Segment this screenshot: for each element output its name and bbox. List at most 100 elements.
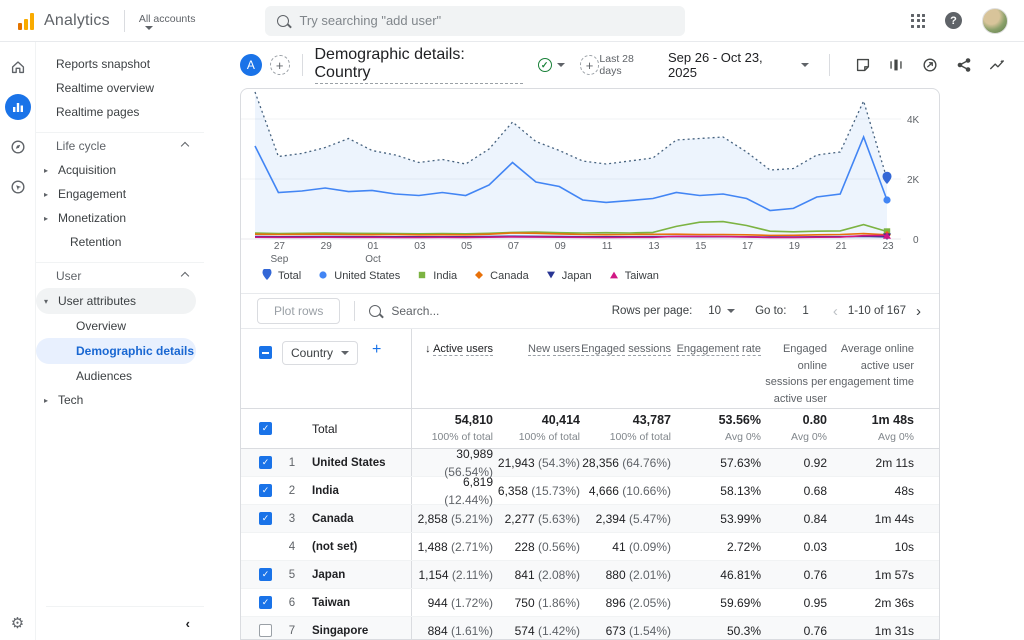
- metric-cell: 6,358 (15.73%): [493, 482, 580, 500]
- sidebar-item-acquisition[interactable]: ▸Acquisition: [36, 158, 204, 182]
- row-checkbox[interactable]: ✓: [259, 568, 272, 581]
- chevron-down-icon[interactable]: [727, 309, 735, 313]
- column-header-engaged-online-sessions-per-active-user[interactable]: Engaged online sessions per active user: [761, 329, 827, 408]
- metric-cell: 1m 57s: [827, 566, 914, 584]
- diamond-icon: [473, 269, 485, 282]
- sidebar-item-overview[interactable]: Overview: [36, 314, 204, 338]
- settings-gear-icon[interactable]: ⚙: [11, 614, 24, 632]
- metric-cell: 0.76: [761, 622, 827, 640]
- metric-cell: 59.69%: [671, 594, 761, 612]
- plot-rows-button[interactable]: Plot rows: [257, 298, 340, 324]
- table-row-india: ✓2India6,819 (12.44%)6,358 (15.73%)4,666…: [241, 477, 939, 505]
- legend-item-india[interactable]: India: [416, 269, 457, 282]
- share-icon[interactable]: [951, 52, 977, 78]
- country-name: Singapore: [312, 625, 368, 637]
- metric-cell: 4,666 (10.66%): [580, 482, 671, 500]
- metric-cell: 1m 44s: [827, 510, 914, 528]
- chevron-up-icon: [181, 271, 189, 279]
- advertising-icon[interactable]: [5, 174, 31, 200]
- select-all-checkbox[interactable]: [259, 346, 272, 359]
- legend-item-taiwan[interactable]: Taiwan: [608, 269, 659, 282]
- sidebar-item-engagement[interactable]: ▸Engagement: [36, 182, 204, 206]
- metric-cell: 21,943 (54.3%): [493, 454, 580, 472]
- chevron-up-icon: [181, 141, 189, 149]
- sidebar-item-audiences[interactable]: Audiences: [36, 364, 204, 388]
- row-rank: 2: [282, 485, 302, 497]
- metric-cell: 6,819 (12.44%): [412, 473, 493, 509]
- reports-icon[interactable]: [5, 94, 31, 120]
- table-row--not-set-: 4(not set)1,488 (2.71%)228 (0.56%)41 (0.…: [241, 533, 939, 561]
- next-page-icon[interactable]: ›: [912, 303, 925, 320]
- column-header-average-online-active-user-engagement-time[interactable]: Average online active user engagement ti…: [827, 329, 914, 408]
- rows-per-page-select[interactable]: 10: [708, 305, 721, 317]
- collapse-sidebar-icon[interactable]: ‹: [186, 616, 190, 631]
- collapse-arrow-icon[interactable]: ▾: [44, 297, 58, 306]
- sidebar-item-realtime-pages[interactable]: Realtime pages: [36, 100, 204, 124]
- row-checkbox[interactable]: ✓: [259, 596, 272, 609]
- add-dimension-icon[interactable]: +: [372, 341, 381, 359]
- row-checkbox[interactable]: [259, 624, 272, 637]
- metric-cell: 57.63%: [671, 454, 761, 472]
- page-title[interactable]: Demographic details: Country: [315, 46, 523, 84]
- sidebar-item-demographic-details[interactable]: Demographic details: [36, 338, 196, 364]
- country-name: Japan: [312, 569, 345, 581]
- legend-item-japan[interactable]: Japan: [545, 269, 592, 282]
- report-avatar[interactable]: A: [240, 54, 262, 76]
- expand-arrow-icon[interactable]: ▸: [44, 190, 58, 199]
- explore-icon[interactable]: [5, 134, 31, 160]
- add-comparison-icon[interactable]: +: [270, 55, 290, 75]
- row-checkbox[interactable]: ✓: [259, 512, 272, 525]
- explore-report-icon[interactable]: [917, 52, 943, 78]
- dimension-select[interactable]: Country: [282, 341, 358, 365]
- insights-icon[interactable]: [984, 52, 1010, 78]
- legend-item-united-states[interactable]: United States: [317, 269, 400, 282]
- metric-cell: 1m 31s: [827, 622, 914, 640]
- account-switcher[interactable]: All accounts: [139, 11, 196, 31]
- metric-cell: 2.72%: [671, 538, 761, 556]
- metric-cell: 0.84: [761, 510, 827, 528]
- search-placeholder: Try searching "add user": [299, 13, 441, 28]
- sidebar-item-realtime-overview[interactable]: Realtime overview: [36, 76, 204, 100]
- column-header-engagement-rate[interactable]: Engagement rate: [671, 329, 761, 408]
- goto-page-input[interactable]: 1: [802, 305, 808, 317]
- date-range-value[interactable]: Sep 26 - Oct 23, 2025: [668, 50, 793, 80]
- sidebar-item-tech[interactable]: ▸Tech: [36, 388, 204, 412]
- expand-arrow-icon[interactable]: ▸: [44, 214, 58, 223]
- sidebar-item-retention[interactable]: Retention: [36, 230, 204, 254]
- metric-cell: 228 (0.56%): [493, 538, 580, 556]
- sidebar-item-user-attributes[interactable]: ▾User attributes: [36, 288, 196, 314]
- column-header-engaged-sessions[interactable]: Engaged sessions: [580, 329, 671, 408]
- divider: [302, 54, 303, 76]
- table-search-input[interactable]: Search...: [369, 304, 439, 318]
- note-icon[interactable]: [850, 52, 876, 78]
- active-users-line-chart[interactable]: [241, 89, 939, 245]
- sidebar-item-monetization[interactable]: ▸Monetization: [36, 206, 204, 230]
- section-user[interactable]: User: [36, 262, 204, 288]
- total-checkbox[interactable]: ✓: [259, 422, 272, 435]
- country-name: Canada: [312, 513, 354, 525]
- row-rank: 6: [282, 597, 302, 609]
- expand-arrow-icon[interactable]: ▸: [44, 396, 58, 405]
- total-cell: 53.56%Avg 0%: [671, 412, 761, 444]
- help-icon[interactable]: ?: [945, 12, 962, 29]
- column-header-active-users[interactable]: ↓ Active users: [412, 329, 493, 408]
- compare-icon[interactable]: [884, 52, 910, 78]
- y-axis-tick: 2K: [907, 175, 919, 186]
- home-icon[interactable]: [5, 54, 31, 80]
- table-row-united-states: ✓1United States30,989 (56.54%)21,943 (54…: [241, 449, 939, 477]
- add-report-icon[interactable]: +: [580, 55, 600, 75]
- user-avatar[interactable]: [982, 8, 1008, 34]
- row-checkbox[interactable]: ✓: [259, 484, 272, 497]
- global-search-input[interactable]: Try searching "add user": [265, 6, 685, 36]
- chevron-down-icon[interactable]: [801, 63, 809, 67]
- sidebar-item-reports-snapshot[interactable]: Reports snapshot: [36, 52, 204, 76]
- prev-page-icon[interactable]: ‹: [829, 303, 842, 320]
- legend-item-total[interactable]: Total: [261, 269, 301, 282]
- report-status-badge[interactable]: ✓: [531, 56, 572, 74]
- column-header-new-users[interactable]: New users: [493, 329, 580, 408]
- legend-item-canada[interactable]: Canada: [473, 269, 529, 282]
- row-checkbox[interactable]: ✓: [259, 456, 272, 469]
- expand-arrow-icon[interactable]: ▸: [44, 166, 58, 175]
- section-life-cycle[interactable]: Life cycle: [36, 132, 204, 158]
- apps-grid-icon[interactable]: [911, 14, 925, 28]
